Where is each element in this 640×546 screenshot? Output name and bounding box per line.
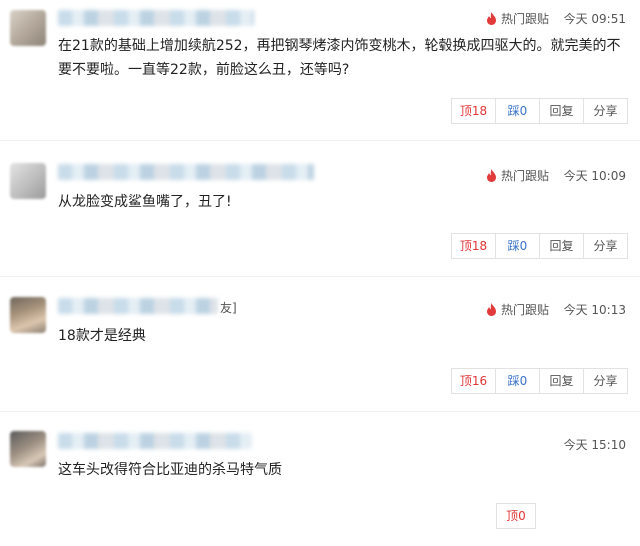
fire-icon xyxy=(487,12,496,25)
username[interactable] xyxy=(58,298,218,314)
downvote-button[interactable]: 踩0 xyxy=(495,98,539,124)
comment-actions: 顶18 踩0 回复 分享 xyxy=(451,233,628,259)
hot-label: 热门跟贴 xyxy=(501,303,550,317)
comment-text: 在21款的基础上增加续航252，再把钢琴烤漆内饰变桃木，轮毂换成四驱大的。就完美… xyxy=(58,38,621,78)
share-button[interactable]: 分享 xyxy=(583,368,628,394)
comment-text: 18款才是经典 xyxy=(58,328,146,344)
username-suffix: 友] xyxy=(220,301,237,315)
comment-text: 这车头改得符合比亚迪的杀马特气质 xyxy=(58,462,282,478)
username[interactable] xyxy=(58,10,254,26)
timestamp: 今天 09:51 xyxy=(563,12,626,26)
share-button[interactable]: 分享 xyxy=(583,233,628,259)
comment-text: 从龙脸变成鲨鱼嘴了，丑了! xyxy=(58,194,232,210)
username[interactable] xyxy=(58,164,314,180)
fire-icon xyxy=(487,303,496,316)
upvote-button[interactable]: 顶18 xyxy=(451,98,495,124)
reply-button[interactable]: 回复 xyxy=(539,233,583,259)
avatar[interactable] xyxy=(10,10,46,46)
fire-icon xyxy=(487,169,496,182)
downvote-button[interactable]: 踩0 xyxy=(495,233,539,259)
reply-button[interactable]: 回复 xyxy=(539,368,583,394)
upvote-button[interactable]: 顶16 xyxy=(451,368,495,394)
downvote-button[interactable]: 踩0 xyxy=(495,368,539,394)
hot-label: 热门跟贴 xyxy=(501,169,550,183)
username[interactable] xyxy=(58,433,252,449)
timestamp: 今天 15:10 xyxy=(563,438,626,452)
avatar[interactable] xyxy=(10,297,46,333)
hot-label: 热门跟贴 xyxy=(501,12,550,26)
avatar[interactable] xyxy=(10,163,46,199)
comment-actions: 顶0 xyxy=(496,503,536,529)
share-button[interactable]: 分享 xyxy=(583,98,628,124)
hot-badge: 热门跟贴 xyxy=(486,301,549,318)
hot-badge: 热门跟贴 xyxy=(486,167,549,184)
reply-button[interactable]: 回复 xyxy=(539,98,583,124)
divider xyxy=(0,140,640,141)
timestamp: 今天 10:13 xyxy=(563,303,626,317)
upvote-button[interactable]: 顶18 xyxy=(451,233,495,259)
hot-badge: 热门跟贴 xyxy=(486,10,549,27)
upvote-button[interactable]: 顶0 xyxy=(496,503,536,529)
comment-actions: 顶16 踩0 回复 分享 xyxy=(451,368,628,394)
divider xyxy=(0,276,640,277)
timestamp: 今天 10:09 xyxy=(563,169,626,183)
avatar[interactable] xyxy=(10,431,46,467)
divider xyxy=(0,411,640,412)
comment-actions: 顶18 踩0 回复 分享 xyxy=(451,98,628,124)
